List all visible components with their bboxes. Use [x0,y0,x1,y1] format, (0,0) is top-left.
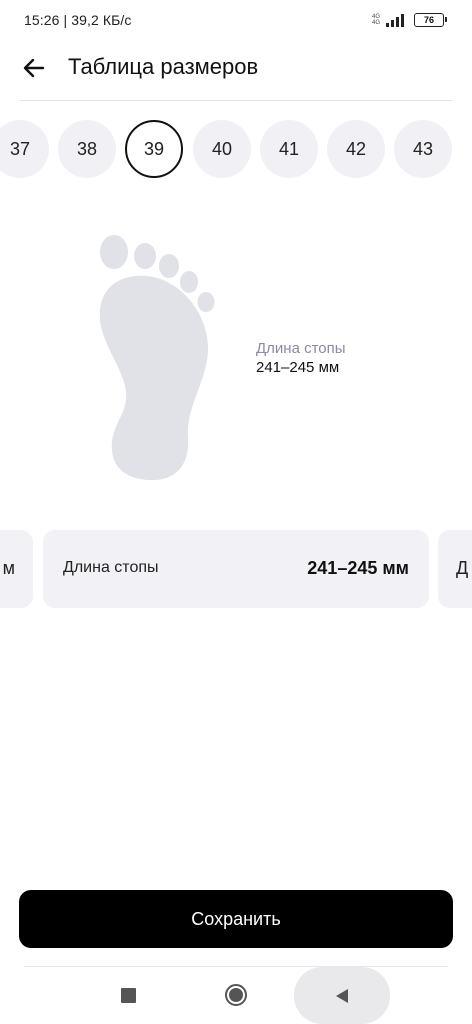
foot-length-info: Длина стопы 241–245 мм [256,340,346,376]
size-chip-41[interactable]: 41 [260,120,318,178]
size-chip-39-selected[interactable]: 39 [125,120,183,178]
card-next-partial-text: Д [456,558,469,578]
network-type-label: 4G 4G [371,14,380,26]
status-bar: 15:26 | 39,2 КБ/с 4G 4G 76 [0,0,472,40]
header: Таблица размеров [0,44,472,92]
measurement-card-next[interactable]: Д [438,530,472,608]
header-divider [20,100,452,101]
page-title: Таблица размеров [68,54,259,79]
battery-level: 76 [423,15,434,25]
system-nav-bar [0,967,472,1024]
card-value: 241–245 мм [307,558,409,578]
foot-length-value: 241–245 мм [256,359,340,376]
home-circle-icon[interactable] [225,984,247,1006]
measurement-cards[interactable]: м Длина стопы 241–245 мм Д [0,530,472,608]
card-label: Длина стопы [63,559,159,576]
back-button[interactable] [18,52,50,84]
size-selector[interactable]: 37 38 39 40 41 42 43 [0,120,472,178]
battery-icon: 76 [414,13,447,27]
measurement-card-current[interactable]: Длина стопы 241–245 мм [43,530,429,608]
system-back-button[interactable] [294,967,390,1024]
triangle-back-icon [336,988,348,1003]
home-circle-inner [229,988,243,1002]
signal-icon [386,14,404,27]
foot-illustration [96,232,220,484]
status-icons: 4G 4G 76 [371,11,447,29]
save-button[interactable]: Сохранить [19,890,453,948]
recent-apps-square-icon[interactable] [121,988,136,1003]
foot-icon [99,235,215,481]
size-chip-40[interactable]: 40 [193,120,251,178]
size-chip-38[interactable]: 38 [58,120,116,178]
status-time: 15:26 | 39,2 КБ/с [24,12,132,28]
card-prev-partial-text: м [2,558,15,578]
size-chip-37[interactable]: 37 [0,120,49,178]
size-chip-42[interactable]: 42 [327,120,385,178]
arrow-left-icon [23,58,45,78]
foot-length-label: Длина стопы [256,340,346,357]
size-chip-43[interactable]: 43 [394,120,452,178]
measurement-card-prev[interactable]: м [0,530,33,608]
